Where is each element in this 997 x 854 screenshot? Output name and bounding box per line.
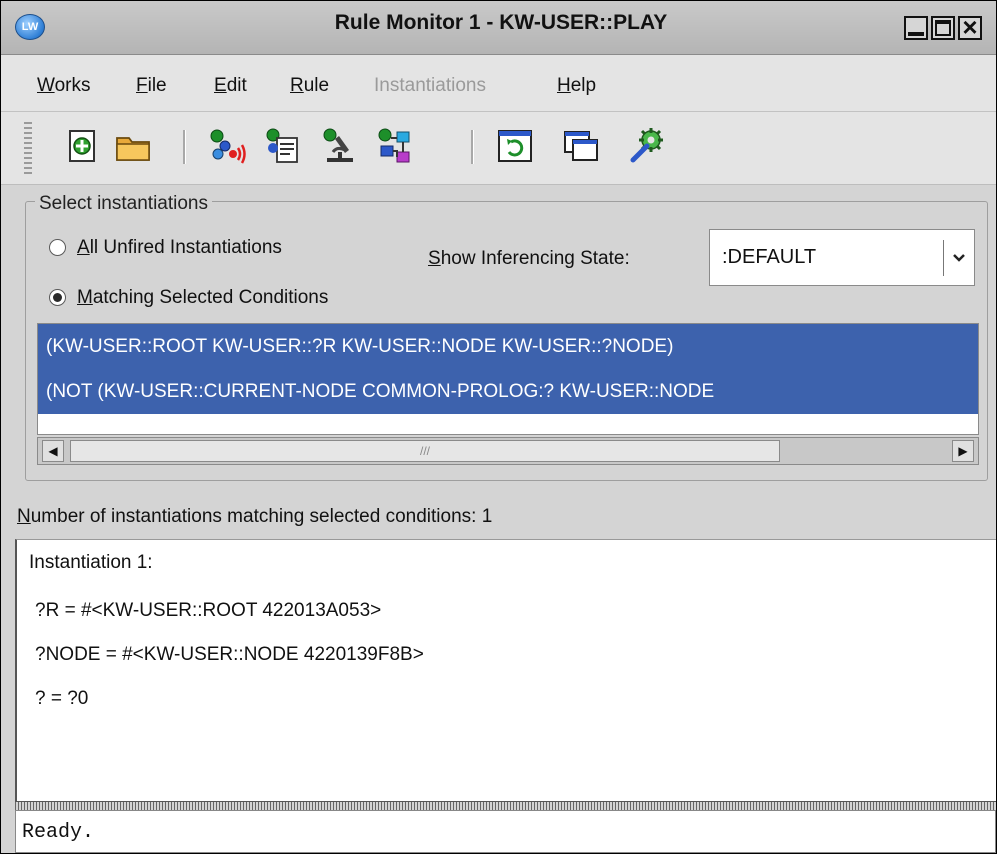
maximize-button[interactable] (931, 16, 955, 40)
close-button[interactable]: × (958, 14, 982, 40)
rule-document-button[interactable] (263, 126, 303, 166)
menu-rule[interactable]: Rule (290, 75, 329, 97)
condition-row[interactable]: (KW-USER::ROOT KW-USER::?R KW-USER::NODE… (38, 324, 978, 369)
scrollbar-thumb[interactable]: /// (70, 440, 780, 462)
rule-monitor-window: LW Rule Monitor 1 - KW-USER::PLAY × Work… (0, 0, 997, 854)
arrow-right-icon: ▶ (958, 444, 968, 458)
rule-microscope-icon (323, 128, 353, 162)
radio-all-unfired[interactable] (49, 239, 66, 256)
status-text: Ready. (22, 821, 95, 844)
open-folder-icon (116, 137, 150, 161)
rule-signal-icon (210, 129, 246, 164)
refresh-button[interactable] (495, 126, 535, 166)
conditions-horizontal-scrollbar[interactable]: ◀ /// ▶ (37, 437, 979, 465)
settings-button[interactable] (627, 126, 667, 166)
condition-row[interactable]: (NOT (KW-USER::CURRENT-NODE COMMON-PROLO… (38, 369, 978, 414)
toolbar-separator (471, 130, 474, 164)
settings-gear-icon (630, 128, 663, 163)
rule-document-icon (266, 128, 298, 163)
arrow-left-icon: ◀ (48, 444, 58, 458)
dropdown-button[interactable] (946, 240, 972, 276)
app-logo-icon[interactable]: LW (15, 14, 45, 40)
detail-line: Instantiation 1: (29, 552, 153, 573)
label-matching-selected[interactable]: Matching Selected Conditions (77, 287, 328, 309)
detail-line: ? = ?0 (35, 688, 89, 709)
pane-splitter[interactable] (15, 801, 996, 810)
conditions-list[interactable]: (KW-USER::ROOT KW-USER::?R KW-USER::NODE… (37, 323, 979, 435)
scroll-right-button[interactable]: ▶ (952, 440, 974, 462)
menu-works[interactable]: Works (37, 75, 91, 97)
combo-divider (943, 240, 944, 276)
menu-bar: Works File Edit Rule Instantiations Help (1, 55, 996, 112)
inferencing-state-label: Show Inferencing State: (428, 248, 630, 269)
open-button[interactable] (113, 126, 153, 166)
minimize-button[interactable] (904, 16, 928, 40)
rule-signal-button[interactable] (207, 126, 247, 166)
detail-line: ?NODE = #<KW-USER::NODE 4220139F8B> (35, 644, 424, 665)
rule-network-icon (378, 128, 410, 163)
instantiation-count-label: Number of instantiations matching select… (17, 506, 493, 527)
detail-line: ?R = #<KW-USER::ROOT 422013A053> (35, 600, 382, 621)
menu-file[interactable]: File (136, 75, 167, 97)
inferencing-state-value: :DEFAULT (722, 246, 817, 268)
label-all-unfired[interactable]: All Unfired Instantiations (77, 237, 282, 259)
close-icon: × (962, 12, 978, 42)
rule-inspect-button[interactable] (319, 126, 359, 166)
chevron-down-icon (953, 254, 965, 262)
new-button[interactable] (63, 126, 103, 166)
toolbar (1, 112, 996, 185)
group-title: Select instantiations (35, 193, 212, 215)
window-title: Rule Monitor 1 - KW-USER::PLAY (334, 11, 668, 34)
windows-button[interactable] (561, 126, 601, 166)
status-bar: Ready. (15, 810, 996, 853)
inferencing-state-select[interactable]: :DEFAULT (709, 229, 975, 286)
refresh-window-icon (498, 130, 532, 162)
rule-network-button[interactable] (375, 126, 415, 166)
instantiation-detail-pane[interactable]: Instantiation 1: ?R = #<KW-USER::ROOT 42… (15, 539, 996, 801)
menu-help[interactable]: Help (557, 75, 596, 97)
radio-matching-selected[interactable] (49, 289, 66, 306)
toolbar-separator (183, 130, 186, 164)
menu-instantiations[interactable]: Instantiations (374, 75, 486, 97)
toolbar-grip[interactable] (24, 122, 32, 174)
menu-edit[interactable]: Edit (214, 75, 247, 97)
grip-icon: /// (419, 444, 430, 458)
title-bar[interactable]: LW Rule Monitor 1 - KW-USER::PLAY × (1, 1, 996, 55)
scroll-left-button[interactable]: ◀ (42, 440, 64, 462)
windows-icon (564, 131, 598, 161)
new-icon (69, 130, 95, 162)
